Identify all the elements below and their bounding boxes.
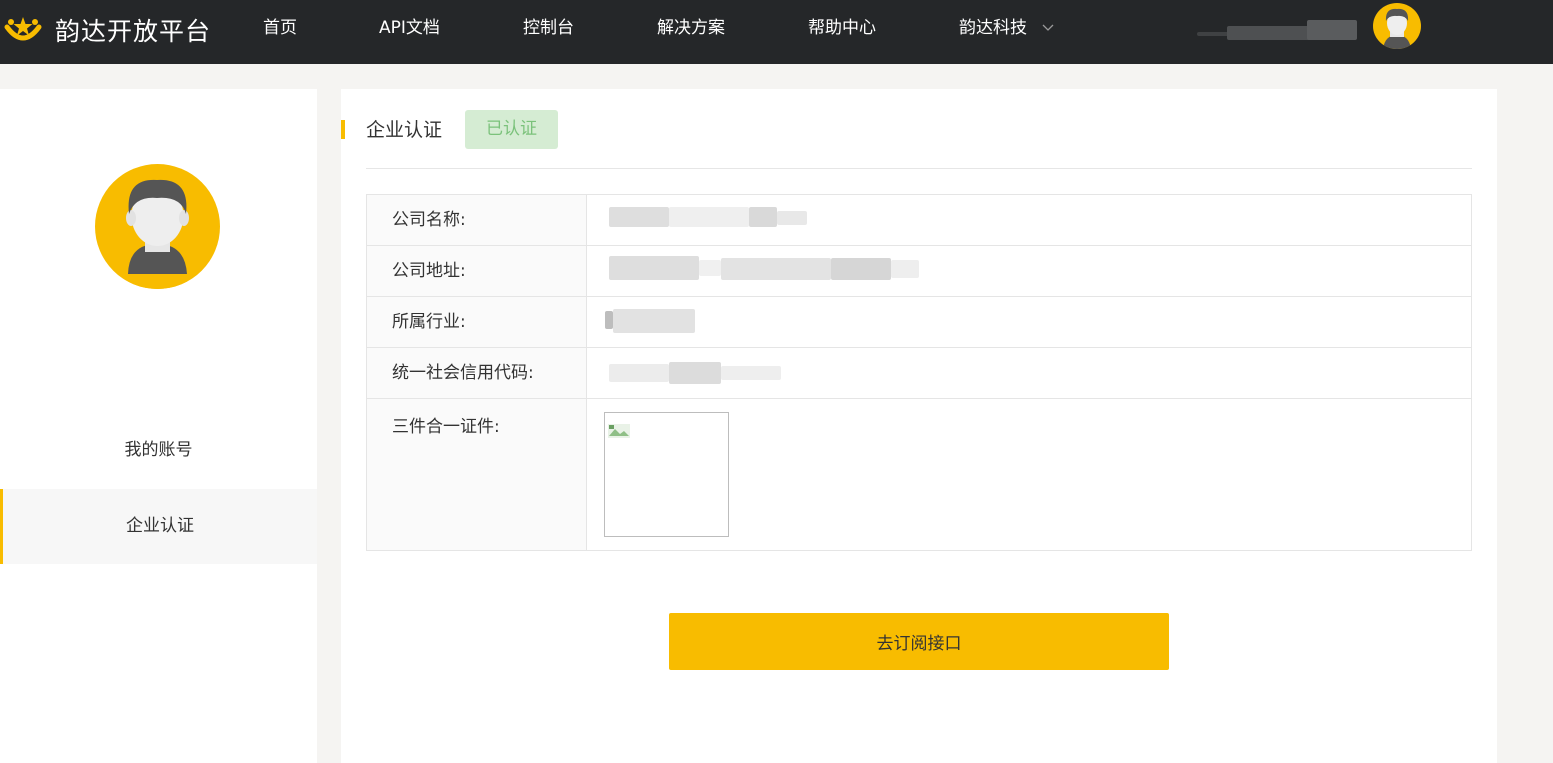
- company-address-value-redacted: [587, 246, 1471, 296]
- sidebar-item-enterprise-verification[interactable]: 企业认证: [0, 489, 317, 564]
- user-avatar-icon: [126, 179, 189, 289]
- industry-label: 所属行业:: [367, 297, 587, 347]
- table-row: 三件合一证件:: [367, 399, 1471, 550]
- license-label: 三件合一证件:: [367, 399, 587, 550]
- profile-avatar: [95, 164, 220, 289]
- sidebar: 我的账号 企业认证: [0, 89, 317, 763]
- company-info-table: 公司名称: 公司地址: 所属行业: 统一社会信用代码: 三件合一证件:: [366, 194, 1472, 551]
- sidebar-item-my-account[interactable]: 我的账号: [0, 413, 317, 488]
- top-navigation-bar: 韵达开放平台 首页 API文档 控制台 解决方案 帮助中心 韵达科技: [0, 0, 1553, 64]
- divider: [366, 168, 1472, 169]
- certificate-image[interactable]: [604, 412, 729, 537]
- table-row: 所属行业:: [367, 297, 1471, 348]
- status-badge: 已认证: [465, 110, 558, 149]
- user-avatar-icon: [1383, 8, 1411, 49]
- table-row: 公司名称:: [367, 195, 1471, 246]
- page-title: 企业认证: [366, 119, 443, 141]
- nav-console[interactable]: 控制台: [523, 16, 574, 40]
- nav-yunda-tech-label: 韵达科技: [959, 18, 1027, 38]
- nav-api-docs[interactable]: API文档: [379, 16, 440, 40]
- company-name-value-redacted: [587, 195, 1471, 245]
- company-name-label: 公司名称:: [367, 195, 587, 245]
- username-redacted: [1197, 20, 1357, 44]
- header-avatar[interactable]: [1373, 3, 1421, 49]
- nav-help-center[interactable]: 帮助中心: [808, 16, 876, 40]
- logo-icon: [4, 17, 42, 41]
- industry-value-redacted: [587, 297, 1471, 347]
- main-panel: 企业认证 已认证 公司名称: 公司地址: 所属行业: 统一社会信用代码: 三件合…: [341, 89, 1497, 763]
- nav-yunda-tech-dropdown[interactable]: 韵达科技: [959, 16, 1054, 40]
- company-address-label: 公司地址:: [367, 246, 587, 296]
- broken-image-icon: [608, 424, 630, 438]
- license-value: [587, 399, 1471, 550]
- section-accent-bar: [341, 120, 345, 139]
- nav-home[interactable]: 首页: [263, 16, 297, 40]
- logo[interactable]: 韵达开放平台: [3, 10, 211, 50]
- chevron-down-icon: [1042, 24, 1054, 31]
- table-row: 公司地址:: [367, 246, 1471, 297]
- credit-code-label: 统一社会信用代码:: [367, 348, 587, 398]
- logo-text: 韵达开放平台: [55, 17, 212, 46]
- subscribe-api-button[interactable]: 去订阅接口: [669, 613, 1169, 670]
- credit-code-value-redacted: [587, 348, 1471, 398]
- table-row: 统一社会信用代码:: [367, 348, 1471, 399]
- nav-solutions[interactable]: 解决方案: [657, 16, 725, 40]
